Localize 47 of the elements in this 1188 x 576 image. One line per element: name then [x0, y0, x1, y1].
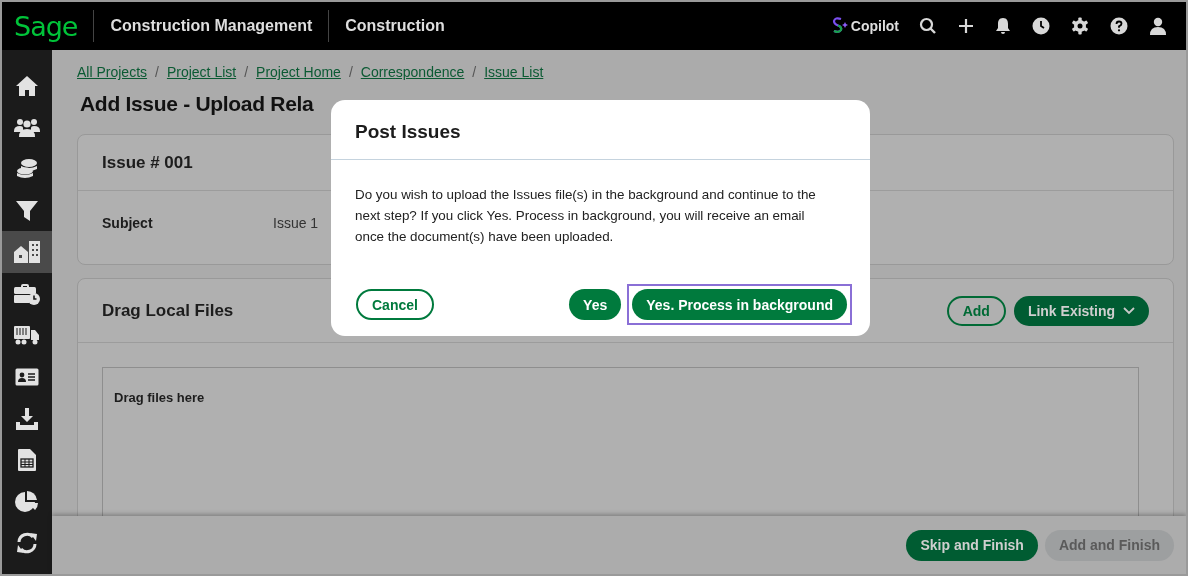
help-icon[interactable]	[1110, 17, 1128, 35]
search-icon[interactable]	[919, 17, 937, 35]
page-title: Add Issue - Upload Rela	[80, 92, 315, 116]
bell-icon[interactable]	[995, 17, 1011, 35]
spreadsheet-icon	[18, 449, 36, 472]
user-icon[interactable]	[1149, 17, 1167, 35]
home-icon	[15, 74, 39, 97]
id-card-icon	[15, 367, 39, 386]
breadcrumb-link[interactable]: Project List	[166, 64, 237, 80]
drop-zone-label: Drag files here	[114, 390, 205, 405]
module-name: Construction	[345, 17, 445, 35]
download-icon	[16, 407, 38, 430]
briefcase-clock-icon	[14, 282, 40, 305]
product-name: Construction Management	[110, 17, 313, 35]
sidebar-item[interactable]	[2, 231, 52, 273]
sage-logo[interactable]: Sage	[14, 10, 78, 42]
clock-icon[interactable]	[1032, 17, 1050, 35]
link-existing-button[interactable]: Link Existing	[1013, 295, 1149, 326]
footer-button[interactable]: Skip and Finish	[906, 529, 1038, 561]
people-icon	[14, 117, 40, 138]
breadcrumb-link[interactable]: Issue List	[484, 64, 544, 80]
plus-icon[interactable]	[958, 18, 974, 34]
copilot-button[interactable]: Copilot	[830, 16, 899, 36]
dialog-message: Do you wish to upload the Issues file(s) in the background and continue to the next step? If you click Yes. Process in background, you will receive an email once the document(s) have been uploaded.	[355, 186, 817, 246]
breadcrumb-separator: /	[244, 64, 249, 80]
card-title: Issue # 001	[102, 152, 193, 173]
dialog-button[interactable]: Yes. Process in background	[627, 284, 852, 325]
pie-chart-icon	[15, 490, 39, 513]
dialog-title: Post Issues	[355, 120, 461, 143]
breadcrumb-link[interactable]: Project Home	[256, 64, 341, 80]
breadcrumb-separator: /	[155, 64, 159, 80]
filter-icon	[16, 200, 38, 221]
breadcrumb-separator: /	[472, 64, 477, 80]
buildings-icon	[14, 241, 40, 264]
field-label: Subject	[102, 215, 154, 231]
truck-icon	[14, 325, 40, 346]
breadcrumb-link[interactable]: Correspondence	[360, 64, 465, 80]
refresh-icon	[16, 532, 38, 555]
coins-icon	[16, 158, 38, 180]
add-button[interactable]: Add	[946, 295, 1006, 326]
chevron-down-icon	[1123, 306, 1135, 315]
sparkle-s-icon	[830, 16, 849, 36]
card-title: Drag Local Files	[102, 300, 234, 321]
settings-icon[interactable]	[1071, 17, 1089, 35]
field-value: Issue 1	[273, 215, 319, 231]
breadcrumb-link[interactable]: All Projects	[77, 64, 148, 80]
breadcrumb-separator: /	[348, 64, 353, 80]
